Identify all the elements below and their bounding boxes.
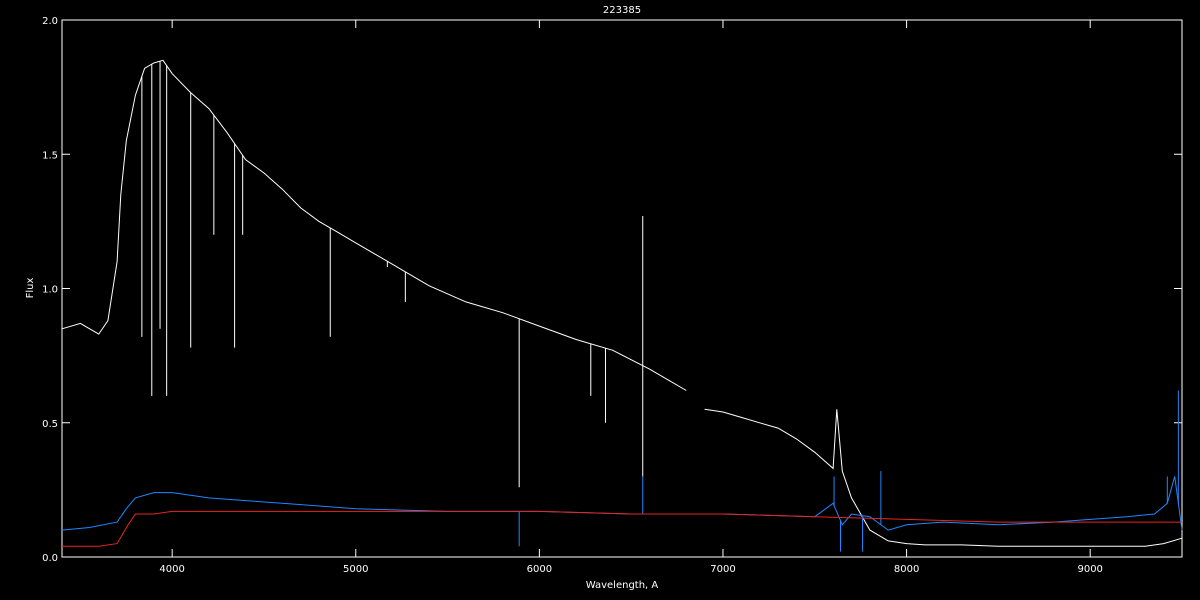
x-tick-label: 8000 bbox=[894, 564, 919, 575]
white-spectrum-line bbox=[704, 408, 1183, 547]
white-spectrum-line bbox=[61, 59, 687, 391]
x-tick-label: 9000 bbox=[1077, 564, 1102, 575]
spectrum-chart: 223385 Wavelength, A Flux 4000 5000 6000 70… bbox=[25, 5, 1183, 591]
chart-title: 223385 bbox=[603, 5, 641, 16]
x-tick-label: 7000 bbox=[710, 564, 735, 575]
x-tick-label: 4000 bbox=[159, 564, 184, 575]
y-tick-label: 1.5 bbox=[42, 150, 58, 161]
data-series bbox=[61, 59, 1183, 552]
plot-frame bbox=[61, 19, 1183, 558]
y-tick-label: 0.5 bbox=[42, 419, 58, 430]
x-tick-label: 6000 bbox=[527, 564, 552, 575]
y-axis-label: Flux bbox=[25, 278, 36, 299]
axis-ticks: 4000 5000 6000 7000 8000 9000 0.0 0.5 1.0 1.5 2.0 bbox=[42, 16, 1182, 575]
y-tick-label: 2.0 bbox=[42, 16, 58, 27]
y-tick-label: 0.0 bbox=[42, 553, 58, 564]
y-tick-label: 1.0 bbox=[42, 285, 58, 296]
red-model-line bbox=[62, 510, 1182, 547]
x-axis-label: Wavelength, A bbox=[586, 580, 659, 591]
x-tick-label: 5000 bbox=[343, 564, 368, 575]
